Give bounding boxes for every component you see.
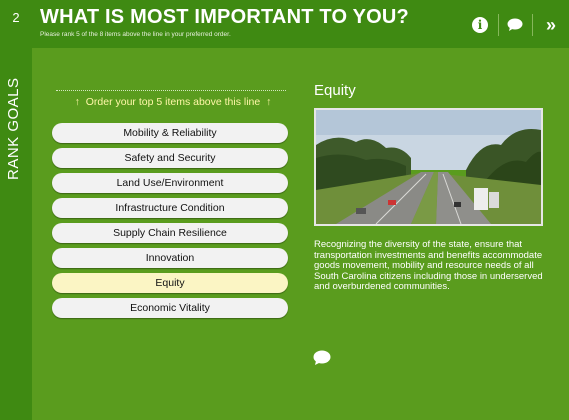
rank-item-economic-vitality[interactable]: Economic Vitality xyxy=(52,298,288,318)
arrow-up-icon: ↑ xyxy=(266,96,272,108)
rank-item-safety[interactable]: Safety and Security xyxy=(52,148,288,168)
rank-item-supply-chain[interactable]: Supply Chain Resilience xyxy=(52,223,288,243)
arrow-up-icon: ↑ xyxy=(74,96,80,108)
rank-item-land-use[interactable]: Land Use/Environment xyxy=(52,173,288,193)
rank-item-infrastructure[interactable]: Infrastructure Condition xyxy=(52,198,288,218)
detail-comment-bubble-icon xyxy=(313,350,331,365)
page-title: WHAT IS MOST IMPORTANT TO YOU? xyxy=(40,6,409,28)
side-rail: 2 RANK GOALS xyxy=(0,0,32,420)
ranking-instruction: ↑ Order your top 5 items above this line… xyxy=(52,96,294,108)
rank-item-mobility[interactable]: Mobility & Reliability xyxy=(52,123,288,143)
next-icon[interactable]: » xyxy=(540,14,562,36)
highway-photo xyxy=(314,108,543,226)
info-glyph: i xyxy=(472,17,488,33)
detail-description: Recognizing the diversity of the state, … xyxy=(314,239,543,292)
comment-icon[interactable] xyxy=(313,350,331,371)
header: WHAT IS MOST IMPORTANT TO YOU? Please ra… xyxy=(32,0,569,48)
instruction-text: Order your top 5 items above this line xyxy=(85,96,261,108)
rank-goals-screen: 2 RANK GOALS WHAT IS MOST IMPORTANT TO Y… xyxy=(0,0,569,420)
rank-item-innovation[interactable]: Innovation xyxy=(52,248,288,268)
side-label: RANK GOALS xyxy=(5,77,22,180)
header-divider xyxy=(532,14,533,36)
rank-list: Mobility & Reliability Safety and Securi… xyxy=(52,123,288,323)
info-icon[interactable]: i xyxy=(469,14,491,36)
comment-icon[interactable] xyxy=(504,14,526,36)
page-subtitle: Please rank 5 of the 8 items above the l… xyxy=(40,31,231,38)
header-divider xyxy=(498,14,499,36)
side-label-wrap: RANK GOALS xyxy=(5,60,27,180)
comment-bubble-icon xyxy=(507,18,523,31)
detail-title: Equity xyxy=(314,82,356,99)
highway-illustration xyxy=(316,110,541,224)
ranking-line xyxy=(56,90,286,91)
step-number: 2 xyxy=(12,10,20,25)
rank-item-equity[interactable]: Equity xyxy=(52,273,288,293)
